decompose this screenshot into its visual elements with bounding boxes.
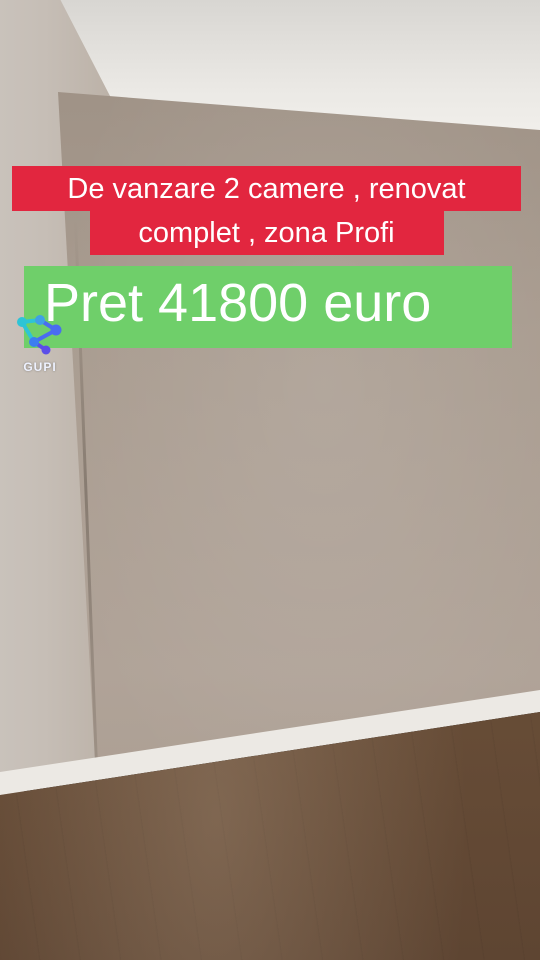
price-caption: Pret 41800 euro (24, 266, 512, 348)
watermark-logo: GUPI (12, 310, 68, 380)
caption-line-1: De vanzare 2 camere , renovat (12, 166, 521, 211)
network-nodes-icon (17, 315, 62, 355)
video-frame: De vanzare 2 camere , renovat complet , … (0, 0, 540, 960)
watermark-text: GUPI (23, 360, 57, 374)
listing-caption: De vanzare 2 camere , renovat complet , … (12, 166, 521, 255)
caption-line-2: complet , zona Profi (89, 210, 444, 255)
